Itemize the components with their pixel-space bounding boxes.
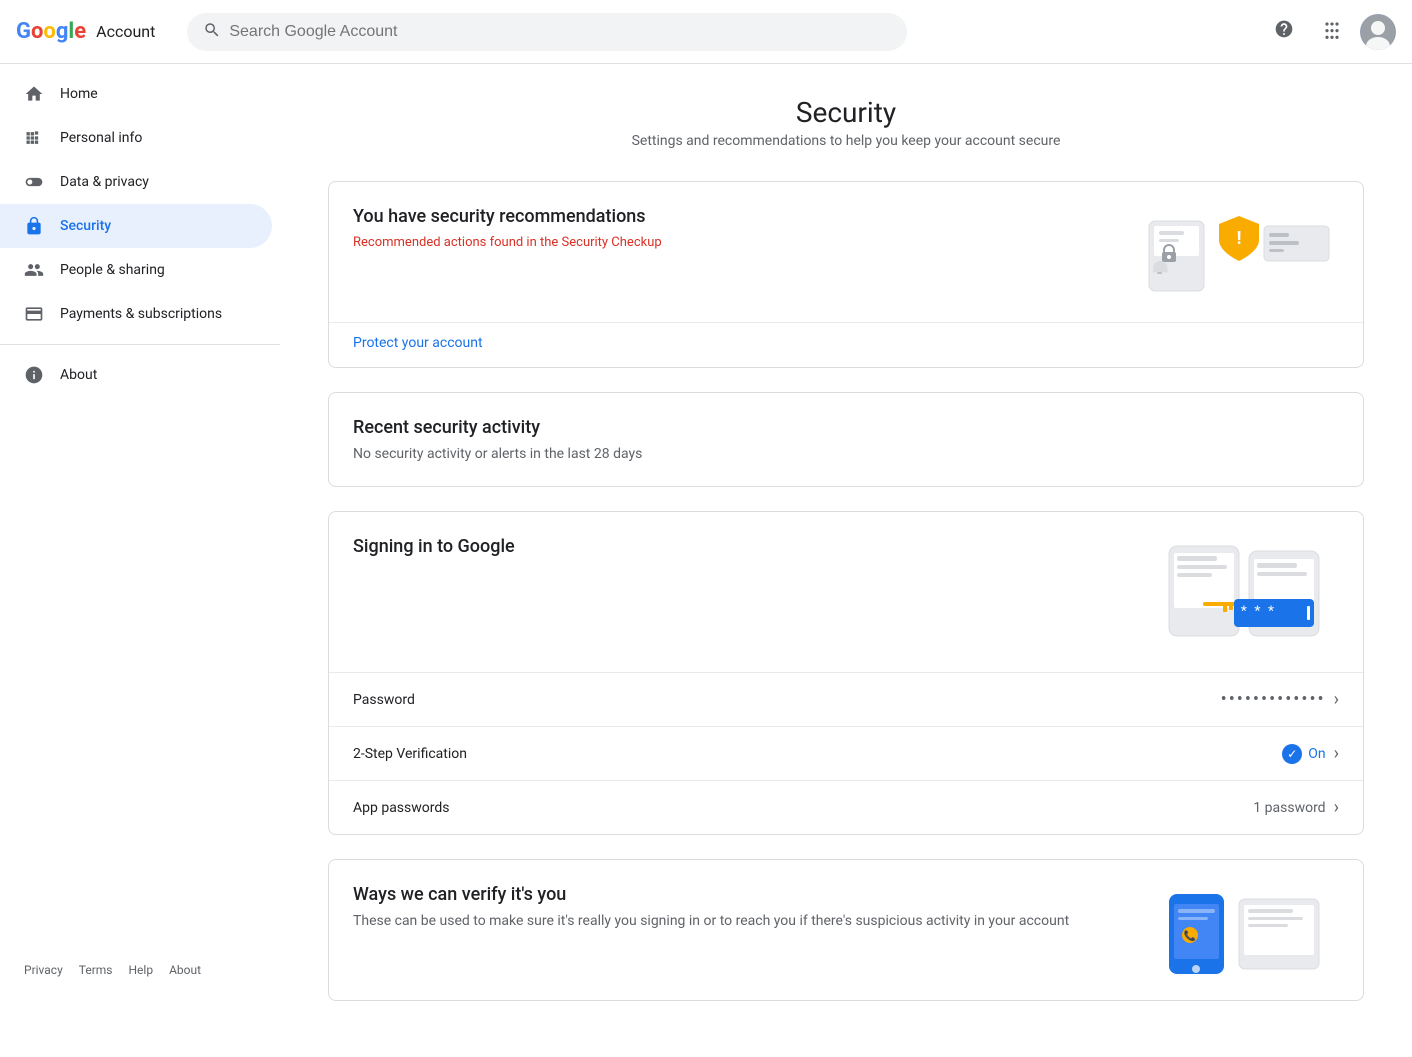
footer-about[interactable]: About: [169, 963, 201, 977]
sidebar-item-data-privacy[interactable]: Data & privacy: [0, 160, 272, 204]
sidebar-item-about[interactable]: About: [0, 353, 272, 397]
svg-text:***: ***: [1239, 604, 1280, 622]
check-circle-icon: ✓: [1282, 744, 1302, 764]
app-passwords-label: App passwords: [353, 800, 1253, 816]
header: G o o g l e Account: [0, 0, 1412, 64]
ways-verify-card: Ways we can verify it's you These can be…: [328, 859, 1364, 1001]
avatar[interactable]: [1360, 14, 1396, 50]
page-title: Security: [328, 96, 1364, 129]
people-icon: [24, 260, 44, 280]
search-icon: [203, 21, 221, 43]
two-step-label: 2-Step Verification: [353, 746, 1282, 762]
recent-activity-card: Recent security activity No security act…: [328, 392, 1364, 487]
security-rec-illustration: !: [1139, 206, 1339, 306]
sidebar-label-payments: Payments & subscriptions: [60, 306, 222, 322]
home-icon: [24, 84, 44, 104]
footer-privacy[interactable]: Privacy: [24, 963, 63, 977]
ways-verify-title: Ways we can verify it's you: [353, 884, 1069, 905]
ways-verify-illustration: 📞: [1159, 884, 1339, 984]
card-icon: [24, 304, 44, 324]
app-passwords-row[interactable]: App passwords 1 password ›: [329, 780, 1363, 834]
help-button[interactable]: [1264, 12, 1304, 52]
security-rec-link-row: Protect your account: [329, 322, 1363, 367]
sidebar-label-personal-info: Personal info: [60, 130, 142, 146]
protect-account-link[interactable]: Protect your account: [353, 335, 483, 351]
security-recommendations-card: You have security recommendations Recomm…: [328, 181, 1364, 368]
password-chevron: ›: [1334, 689, 1339, 710]
signing-in-svg: ***: [1139, 541, 1339, 651]
signing-in-top: Signing in to Google: [329, 512, 1363, 672]
signing-in-content: Signing in to Google: [353, 536, 515, 565]
sidebar: Home Personal info Data & privacy: [0, 64, 280, 989]
toggle-icon: [24, 172, 44, 192]
main-content: Security Settings and recommendations to…: [280, 64, 1412, 1057]
footer-terms[interactable]: Terms: [79, 963, 113, 977]
recent-activity-title: Recent security activity: [353, 417, 1339, 438]
sidebar-item-security[interactable]: Security: [0, 204, 272, 248]
recent-activity-desc: No security activity or alerts in the la…: [353, 446, 1339, 462]
svg-text:📞: 📞: [1184, 929, 1197, 942]
on-text: On: [1308, 746, 1325, 762]
security-illustration-svg: !: [1144, 206, 1334, 306]
sidebar-label-data-privacy: Data & privacy: [60, 174, 149, 190]
sidebar-item-home[interactable]: Home: [0, 72, 272, 116]
security-rec-subtitle: Recommended actions found in the Securit…: [353, 235, 662, 250]
apps-button[interactable]: [1312, 12, 1352, 52]
password-row[interactable]: Password ••••••••••••• ›: [329, 672, 1363, 726]
password-label: Password: [353, 692, 1221, 708]
two-step-value: ✓ On: [1282, 744, 1325, 764]
two-step-chevron: ›: [1334, 743, 1339, 764]
sidebar-item-payments[interactable]: Payments & subscriptions: [0, 292, 272, 336]
google-logo: G o o g l e: [16, 19, 86, 44]
sidebar-divider: [0, 344, 280, 345]
security-rec-content: You have security recommendations Recomm…: [353, 206, 662, 250]
sidebar-item-people-sharing[interactable]: People & sharing: [0, 248, 272, 292]
ways-verify-desc: These can be used to make sure it's real…: [353, 913, 1069, 929]
signing-in-illustration: ***: [1139, 536, 1339, 656]
info-icon: [24, 365, 44, 385]
lock-icon: [24, 216, 44, 236]
page-subtitle: Settings and recommendations to help you…: [328, 133, 1364, 149]
svg-text:!: !: [1237, 228, 1242, 249]
sidebar-label-home: Home: [60, 86, 98, 102]
person-icon: [24, 128, 44, 148]
sidebar-label-security: Security: [60, 218, 111, 234]
ways-verify-top: Ways we can verify it's you These can be…: [329, 860, 1363, 1000]
sidebar-item-personal-info[interactable]: Personal info: [0, 116, 272, 160]
security-rec-title: You have security recommendations: [353, 206, 662, 227]
ways-verify-svg: 📞: [1164, 889, 1334, 979]
ways-verify-content: Ways we can verify it's you These can be…: [353, 884, 1069, 929]
main-layout: Home Personal info Data & privacy: [0, 64, 1412, 1057]
signing-in-card: Signing in to Google: [328, 511, 1364, 835]
account-label: Account: [96, 22, 155, 41]
app-passwords-value: 1 password: [1253, 800, 1325, 816]
two-step-verification-row[interactable]: 2-Step Verification ✓ On ›: [329, 726, 1363, 780]
sidebar-label-people-sharing: People & sharing: [60, 262, 165, 278]
google-account-logo[interactable]: G o o g l e Account: [16, 19, 155, 44]
sidebar-footer: Privacy Terms Help About: [0, 951, 280, 989]
password-value: •••••••••••••: [1221, 689, 1326, 710]
sidebar-label-about: About: [60, 367, 97, 383]
header-actions: [1264, 12, 1396, 52]
recent-activity-top: Recent security activity No security act…: [329, 393, 1363, 486]
footer-help[interactable]: Help: [129, 963, 154, 977]
grid-apps-icon: [1322, 19, 1342, 45]
search-input[interactable]: [229, 23, 891, 41]
signing-in-title: Signing in to Google: [353, 536, 515, 557]
on-badge: ✓ On: [1282, 744, 1325, 764]
search-container: [187, 13, 907, 51]
app-passwords-chevron: ›: [1334, 797, 1339, 818]
security-rec-top: You have security recommendations Recomm…: [329, 182, 1363, 322]
help-icon: [1274, 19, 1294, 45]
search-bar: [187, 13, 907, 51]
